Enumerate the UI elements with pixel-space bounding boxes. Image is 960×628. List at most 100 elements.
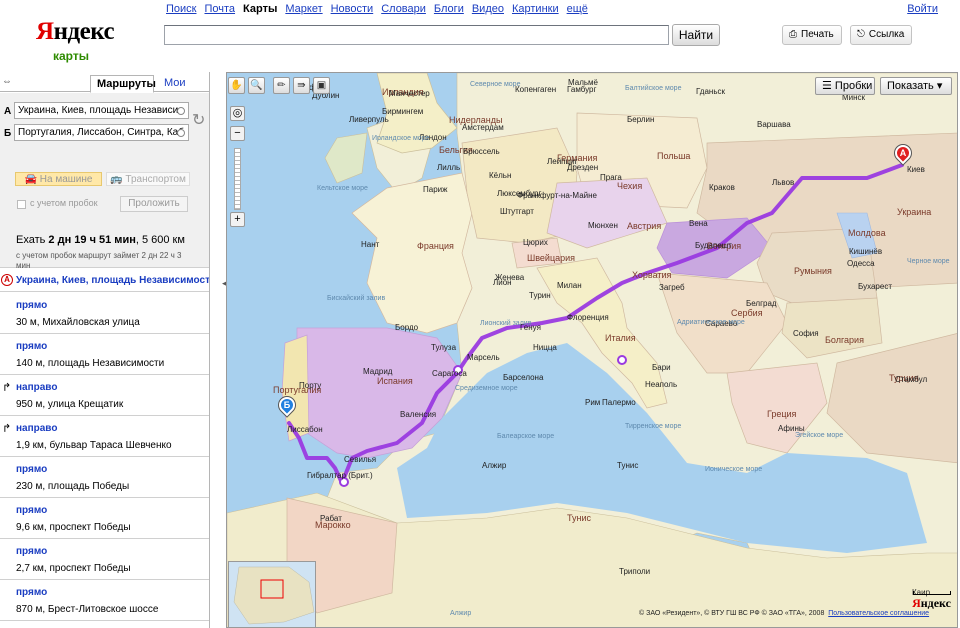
city-label[interactable]: Лилль [437,163,460,172]
city-label[interactable]: Загреб [659,283,685,292]
city-label[interactable]: Одесса [847,259,875,268]
yandex-logo[interactable]: Яндекс карты [36,18,115,63]
city-label[interactable]: Лейпциг [547,157,577,166]
city-label[interactable]: Варшава [757,120,791,129]
city-label[interactable]: Стамбул [895,375,927,384]
step-direction[interactable]: направо [16,382,57,393]
collapse-panel-icon[interactable]: ⇔ [2,76,12,87]
nav-item[interactable]: ещё [567,3,588,15]
step-direction[interactable]: прямо [16,505,47,516]
city-label[interactable]: Мюнхен [588,221,618,230]
nav-item[interactable]: Видео [472,3,504,15]
center-icon[interactable]: ◎ [230,106,245,121]
city-label[interactable]: Манчестер [389,89,430,98]
tab-routes[interactable]: Маршруты [90,75,156,93]
city-label[interactable]: Женева [495,273,524,282]
city-label[interactable]: Будапешт [695,241,732,250]
point-a-pin-icon[interactable] [177,107,185,115]
city-label[interactable]: Марсель [467,353,500,362]
city-label[interactable]: Киев [907,165,925,174]
city-label[interactable]: Мадрид [363,367,392,376]
print-button[interactable]: ⎙ Печать [782,25,842,45]
city-label[interactable]: Сарагоса [432,369,467,378]
city-label[interactable]: Берлин [627,115,654,124]
route-step[interactable]: прямо 2,7 км, проспект Победы [0,539,209,580]
nav-item[interactable]: Маркет [285,3,322,15]
step-direction[interactable]: прямо [16,300,47,311]
hand-tool-icon[interactable]: ✋ [228,77,245,94]
nav-item[interactable]: Новости [331,3,374,15]
city-label[interactable]: Милан [557,281,582,290]
route-tool-icon[interactable]: ⇛ [293,77,310,94]
city-label[interactable]: Нант [361,240,379,249]
city-label[interactable]: Люксембург [497,189,541,198]
route-step[interactable]: ↱ направо 1,9 км, бульвар Тараса Шевченко [0,416,209,457]
city-label[interactable]: Кишинёв [849,247,882,256]
traffic-checkbox[interactable] [17,200,26,209]
city-label[interactable]: Париж [423,185,447,194]
nav-item[interactable]: Словари [381,3,426,15]
show-dropdown[interactable]: Показать ▾ [880,77,952,95]
search-button[interactable]: Найти [672,24,720,46]
maps-service-link[interactable]: карты [53,49,89,63]
city-label[interactable]: Прага [600,173,622,182]
city-label[interactable]: Ницца [533,343,557,352]
login-link[interactable]: Войти [907,3,938,15]
map-view[interactable]: Франция Испания Португалия Италия Германия По… [226,72,958,628]
point-b-pin-icon[interactable] [177,129,185,137]
route-step[interactable]: прямо 230 м, площадь Победы [0,457,209,498]
city-label[interactable]: Севилья [344,455,376,464]
city-label[interactable]: Мальмё [568,78,598,87]
city-label[interactable]: Турин [529,291,551,300]
user-agreement-link[interactable]: Пользовательское соглашение [828,610,929,617]
city-label[interactable]: Триполи [619,567,650,576]
step-direction[interactable]: прямо [16,587,47,598]
city-label[interactable]: Валенсия [400,410,436,419]
search-input[interactable] [164,25,669,45]
step-direction[interactable]: прямо [16,341,47,352]
city-label[interactable]: Рим [585,398,600,407]
city-label[interactable]: Белград [746,299,777,308]
point-b-input[interactable]: Португалия, Лиссабон, Синтра, Каб [14,124,189,141]
layers-tool-icon[interactable]: ▣ [313,77,330,94]
nav-item[interactable]: Картинки [512,3,559,15]
route-step[interactable]: прямо 870 м, Брест-Литовское шоссе [0,580,209,621]
city-label[interactable]: Бордо [395,323,418,332]
city-label[interactable]: Амстердам [462,123,504,132]
city-label[interactable]: Копенгаген [515,85,556,94]
city-label[interactable]: Брюссель [463,147,500,156]
route-step[interactable]: прямо 30 м, Михайловская улица [0,293,209,334]
city-label[interactable]: Бари [652,363,671,372]
nav-item[interactable]: Карты [243,3,277,15]
mode-transit-button[interactable]: 🚌 Транспортом [106,172,190,186]
city-label[interactable]: Вена [689,219,708,228]
minimap[interactable] [228,561,316,627]
step-direction[interactable]: прямо [16,464,47,475]
city-label[interactable]: Кёльн [489,171,511,180]
city-label[interactable]: Порту [299,381,321,390]
city-label[interactable]: Неаполь [645,380,677,389]
city-label[interactable]: Барселона [503,373,543,382]
city-label[interactable]: Алжир [482,461,506,470]
city-label[interactable]: София [793,329,819,338]
city-label[interactable]: Флоренция [567,313,609,322]
zoom-out-button[interactable]: − [230,126,245,141]
city-label[interactable]: Палермо [602,398,636,407]
nav-item[interactable]: Поиск [166,3,196,15]
start-step[interactable]: A Украина, Киев, площадь Независимости, … [0,268,209,292]
start-label[interactable]: Украина, Киев, площадь Независимости, 1 [16,275,209,286]
route-step[interactable]: прямо 140 м, площадь Независимости [0,334,209,375]
city-label[interactable]: Цюрих [523,238,548,247]
city-label[interactable]: Гданьск [696,87,725,96]
city-label[interactable]: Лиссабон [287,425,323,434]
step-direction[interactable]: направо [16,423,57,434]
magnifier-tool-icon[interactable]: 🔍 [248,77,265,94]
city-label[interactable]: Краков [709,183,735,192]
mode-car-button[interactable]: 🚘 На машине [15,172,102,186]
link-button[interactable]: ⎋ Ссылка [850,25,913,45]
route-step[interactable]: ↱ направо 950 м, улица Крещатик [0,375,209,416]
nav-item[interactable]: Блоги [434,3,464,15]
city-label[interactable]: Рабат [320,514,342,523]
ruler-tool-icon[interactable]: ✏ [273,77,290,94]
step-direction[interactable]: прямо [16,546,47,557]
